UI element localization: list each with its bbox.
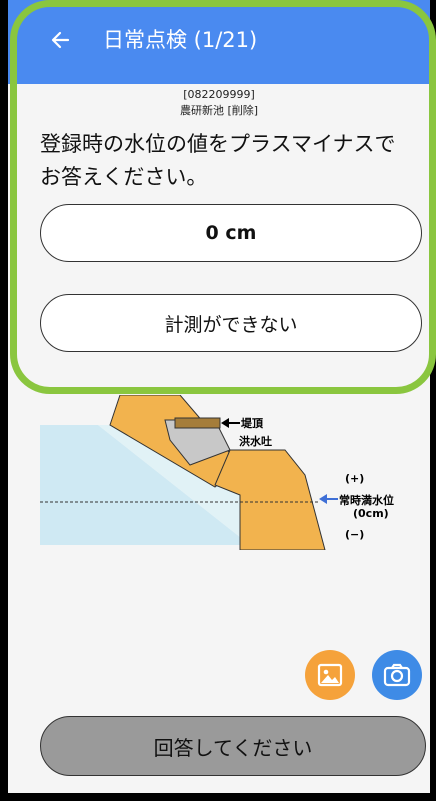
- arrow-left-icon[interactable]: [48, 28, 72, 52]
- device-frame-bottom: [0, 793, 436, 801]
- device-frame-right: [430, 0, 436, 801]
- water-level-value-field[interactable]: 0 cm: [40, 204, 422, 262]
- label-spillway: 洪水吐: [239, 434, 272, 448]
- facility-id: [082209999]: [183, 88, 255, 101]
- label-crest: 堤頂: [241, 416, 264, 430]
- camera-icon: [383, 663, 411, 687]
- take-photo-button[interactable]: [372, 650, 422, 700]
- attach-photo-button[interactable]: [305, 650, 355, 700]
- question-line-2: お答えください。: [40, 165, 208, 189]
- question-text: 登録時の水位の値をプラスマイナスで お答えください。: [40, 128, 410, 194]
- level-arrowhead: [319, 494, 327, 504]
- app-bar: 日常点検 (1/21): [8, 0, 430, 84]
- cannot-measure-button[interactable]: 計測ができない: [40, 294, 422, 352]
- question-line-1: 登録時の水位の値をプラスマイナスで: [40, 132, 396, 156]
- page-title: 日常点検 (1/21): [103, 28, 258, 52]
- label-zero: (0cm): [353, 507, 389, 520]
- label-plus: (+): [345, 472, 364, 485]
- label-minus: (−): [345, 528, 364, 541]
- image-icon: [317, 663, 343, 687]
- submit-answer-button[interactable]: 回答してください: [40, 716, 426, 776]
- label-normal-level: 常時満水位: [339, 493, 394, 507]
- crest-arrowhead: [221, 418, 229, 428]
- device-frame-left: [0, 0, 8, 801]
- dam-crest: [174, 417, 221, 429]
- question-panel: [082209999] 農研新池 [削除] 登録時の水位の値をプラスマイナスで …: [8, 84, 430, 374]
- facility-name: 農研新池 [削除]: [179, 104, 259, 117]
- reservoir-level-diagram: 堤頂 洪水吐 (+) 常時満水位 (0cm) (−): [40, 395, 394, 550]
